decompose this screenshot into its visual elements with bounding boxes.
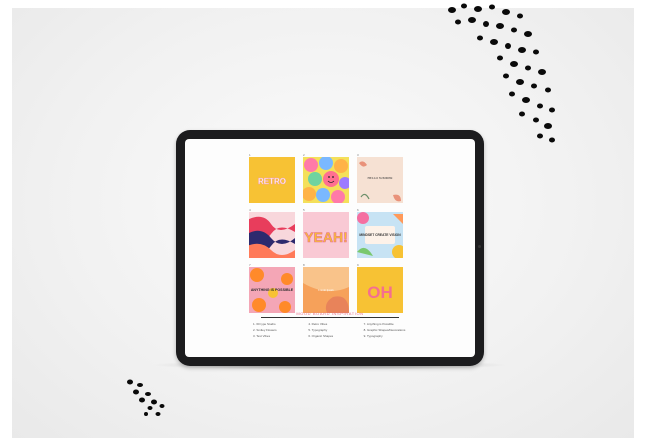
- artwork-tile[interactable]: 1 RETRO: [249, 153, 295, 203]
- tile-image: HELLO SUMMER: [357, 157, 403, 203]
- list-item: 1. 60 type Studio: [253, 322, 276, 326]
- tile-8-words: Lorem Ipsum: [318, 289, 334, 292]
- tile-1-word: RETRO: [258, 177, 286, 186]
- tablet-device: 1 RETRO 2 3 HELLO SUMMER 4 5 YEAH! 6 MIN…: [176, 130, 484, 366]
- section-caption: MOOD BOARD INSPIRATION: [296, 311, 364, 316]
- tile-6-words: MINDSET CREATE VISION: [359, 233, 401, 237]
- list-item: 2. Smiley Flowers: [253, 328, 277, 332]
- tile-image: RETRO: [249, 157, 295, 203]
- artwork-tile[interactable]: 7 ANYTHING IS POSSIBLE: [249, 263, 295, 313]
- tile-image: Lorem Ipsum: [303, 267, 349, 313]
- list-item: 8. Graphic Shapes/Decorations: [363, 328, 406, 332]
- tile-image: [303, 157, 349, 203]
- camera-dot: [478, 245, 481, 248]
- ink-spots-bottom-left: [127, 379, 165, 416]
- tile-image: [249, 212, 295, 258]
- divider: [261, 317, 399, 318]
- tile-5-word: YEAH!: [304, 229, 348, 245]
- list-item: 4. Retro Vibes: [308, 322, 328, 326]
- artwork-tile[interactable]: 5 YEAH!: [303, 208, 349, 258]
- artwork-grid: 1 RETRO 2 3 HELLO SUMMER 4 5 YEAH! 6 MIN…: [249, 153, 411, 313]
- tile-9-word: OH: [367, 283, 393, 302]
- artwork-index-list: 1. 60 type Studio 4. Retro Vibes 7. Anyt…: [253, 322, 413, 338]
- list-item: 9. Typography: [363, 334, 383, 338]
- tile-image: OH: [357, 267, 403, 313]
- ink-spots-top-right: [448, 3, 555, 143]
- artwork-tile[interactable]: 8 Lorem Ipsum: [303, 263, 349, 313]
- artwork-tile[interactable]: 3 HELLO SUMMER: [357, 153, 403, 203]
- tile-image: YEAH!: [303, 212, 349, 258]
- artwork-tile[interactable]: 9 OH: [357, 263, 403, 313]
- list-item: 6. Organic Shapes: [308, 334, 334, 338]
- list-item: 5. Typography: [308, 328, 328, 332]
- tablet-screen: 1 RETRO 2 3 HELLO SUMMER 4 5 YEAH! 6 MIN…: [185, 139, 475, 357]
- artwork-tile[interactable]: 6 MINDSET CREATE VISION: [357, 208, 403, 258]
- artwork-tile[interactable]: 4: [249, 208, 295, 258]
- tile-image: ANYTHING IS POSSIBLE: [249, 267, 295, 313]
- list-item: 3. Text Vibes: [253, 334, 271, 338]
- tile-3-words: HELLO SUMMER: [367, 176, 393, 180]
- artwork-tile[interactable]: 2: [303, 153, 349, 203]
- tile-image: MINDSET CREATE VISION: [357, 212, 403, 258]
- tile-7-words: ANYTHING IS POSSIBLE: [251, 288, 294, 292]
- list-item: 7. Anything is Possible: [363, 322, 394, 326]
